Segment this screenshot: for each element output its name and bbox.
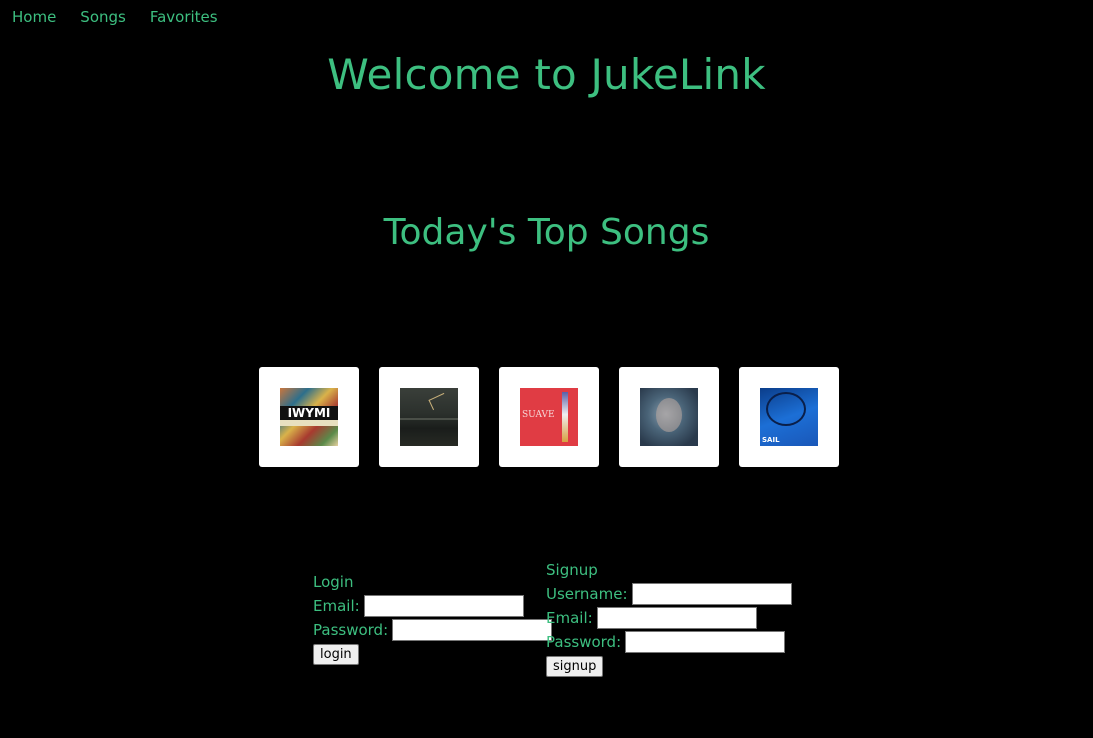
login-button[interactable]: login bbox=[313, 644, 359, 665]
song-card-1[interactable]: IWYMI bbox=[259, 367, 359, 467]
login-form: Login Email: Password: login bbox=[313, 570, 553, 665]
album-cover-text: SAIL bbox=[762, 436, 780, 444]
nav-favorites-link[interactable]: Favorites bbox=[150, 8, 218, 26]
page-title: Welcome to JukeLink bbox=[327, 50, 766, 99]
login-password-field[interactable] bbox=[392, 619, 553, 641]
signup-username-field[interactable] bbox=[631, 583, 792, 605]
top-songs-list: IWYMI SUAVE SAIL bbox=[259, 367, 859, 467]
collage-album-cover: IWYMI bbox=[280, 388, 338, 446]
nav-home-link[interactable]: Home bbox=[12, 8, 56, 26]
signup-heading: Signup bbox=[546, 561, 598, 579]
song-card-3[interactable]: SUAVE bbox=[499, 367, 599, 467]
signup-username-label: Username: bbox=[546, 585, 628, 603]
login-password-label: Password: bbox=[313, 621, 389, 639]
top-songs-heading: Today's Top Songs bbox=[383, 212, 710, 253]
song-card-5[interactable]: SAIL bbox=[739, 367, 839, 467]
song-card-4[interactable] bbox=[619, 367, 719, 467]
signup-email-field[interactable] bbox=[596, 607, 757, 629]
login-email-field[interactable] bbox=[363, 595, 524, 617]
signup-form: Signup Username: Email: Password: signup bbox=[546, 558, 792, 677]
dark-landscape-album-cover bbox=[400, 388, 458, 446]
red-album-cover: SUAVE bbox=[520, 388, 578, 446]
signup-password-label: Password: bbox=[546, 633, 622, 651]
signup-email-label: Email: bbox=[546, 609, 593, 627]
signup-button[interactable]: signup bbox=[546, 656, 604, 677]
login-email-label: Email: bbox=[313, 597, 360, 615]
song-card-2[interactable] bbox=[379, 367, 479, 467]
nav-songs-link[interactable]: Songs bbox=[80, 8, 126, 26]
blurred-portrait-album-cover bbox=[640, 388, 698, 446]
login-heading: Login bbox=[313, 573, 354, 591]
page: Home Songs Favorites Welcome to JukeLink… bbox=[0, 0, 1093, 738]
blue-album-cover: SAIL bbox=[760, 388, 818, 446]
album-cover-text: IWYMI bbox=[280, 406, 338, 420]
signup-password-field[interactable] bbox=[625, 631, 786, 653]
top-nav: Home Songs Favorites bbox=[12, 8, 242, 26]
album-cover-text: SUAVE bbox=[522, 410, 555, 420]
